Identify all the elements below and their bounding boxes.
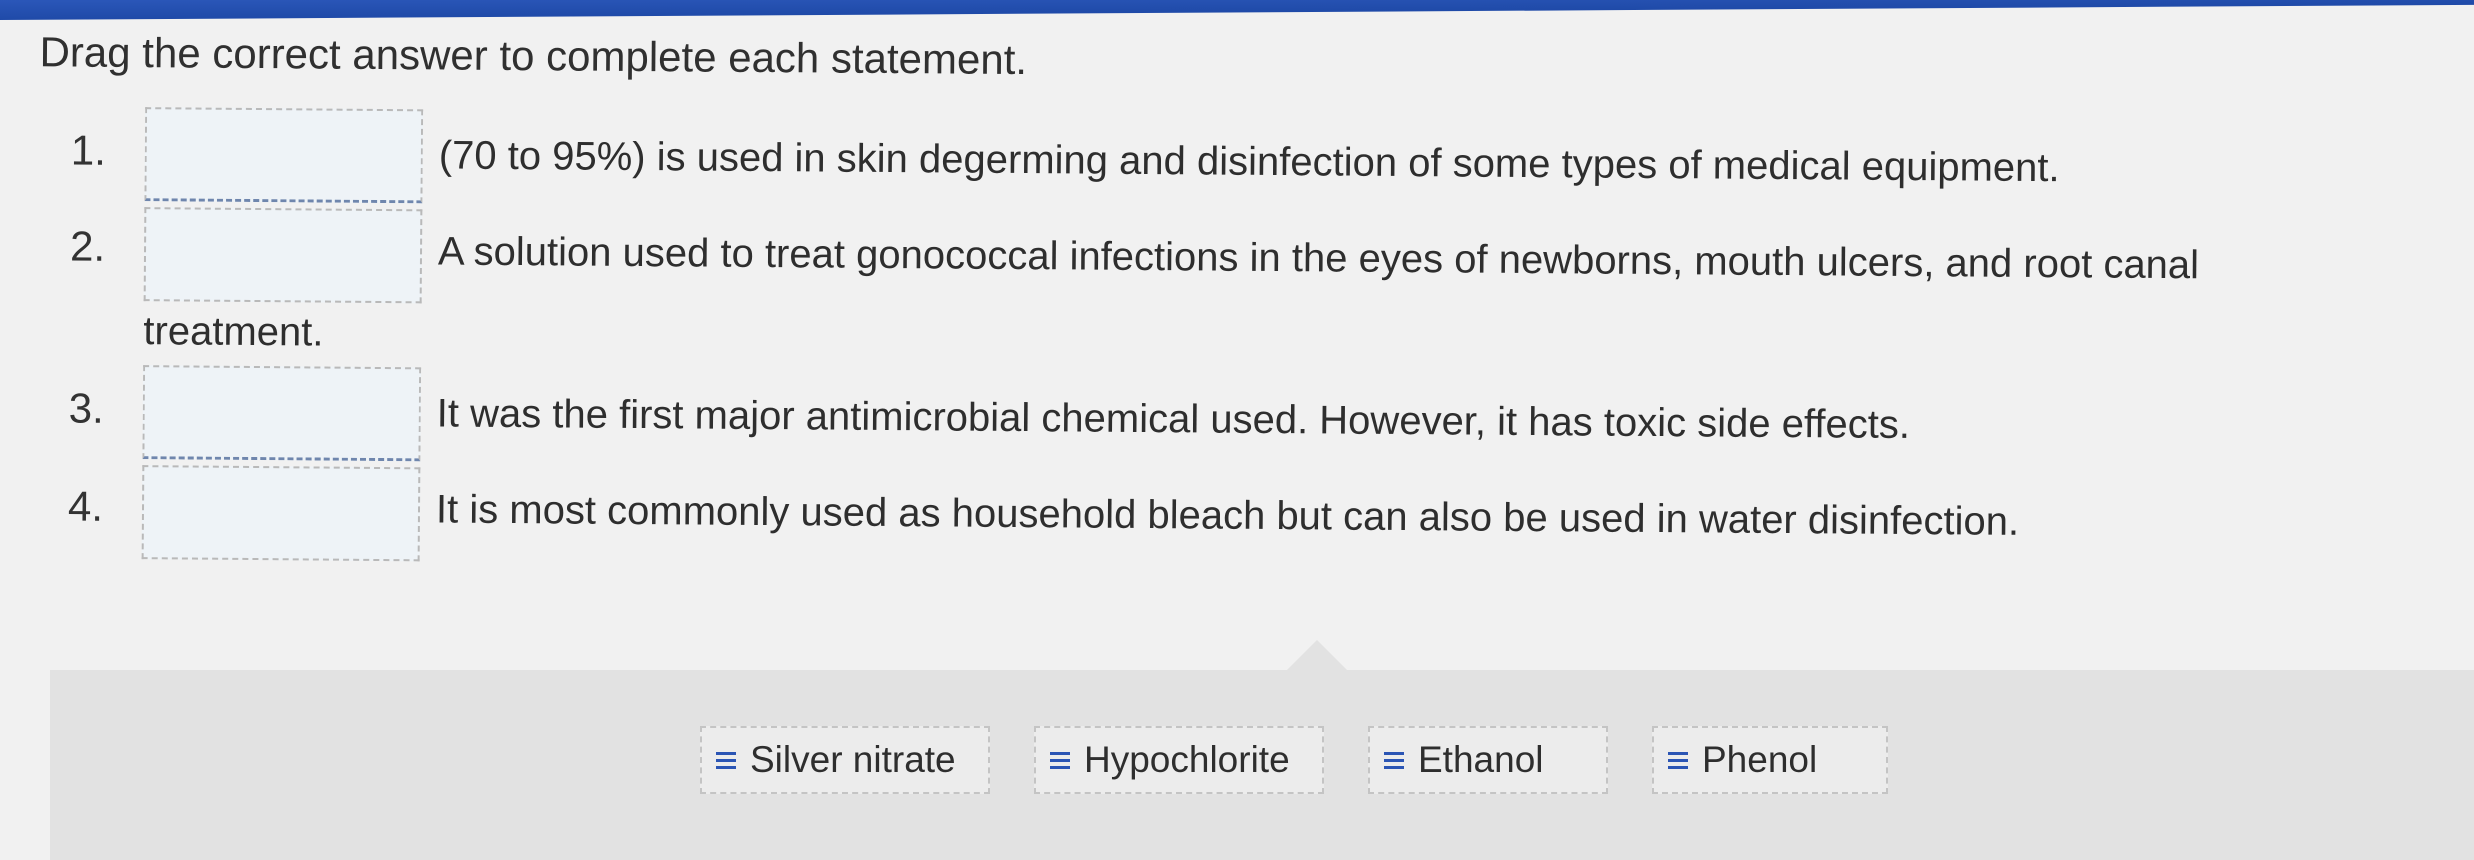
drag-handle-icon bbox=[1384, 751, 1404, 769]
answer-chip-ethanol[interactable]: Ethanol bbox=[1368, 726, 1608, 794]
statement-text-1: (70 to 95%) is used in skin degerming an… bbox=[438, 133, 2060, 191]
statement-number-1: 1. bbox=[70, 126, 107, 174]
answer-chip-hypochlorite[interactable]: Hypochlorite bbox=[1034, 726, 1324, 794]
drop-zone-4[interactable] bbox=[141, 465, 421, 562]
drop-zone-3[interactable] bbox=[142, 365, 422, 462]
answer-label: Ethanol bbox=[1418, 739, 1544, 780]
statement-text-4: It is most commonly used as household bl… bbox=[435, 487, 2020, 544]
statement-number-3: 3. bbox=[68, 384, 105, 432]
answer-chip-silver-nitrate[interactable]: Silver nitrate bbox=[700, 726, 990, 794]
answer-label: Hypochlorite bbox=[1084, 739, 1290, 780]
answer-tray-pointer bbox=[1285, 640, 1349, 672]
statement-text-2: A solution used to treat gonococcal infe… bbox=[437, 229, 2200, 288]
instruction-text: Drag the correct answer to complete each… bbox=[39, 28, 1028, 84]
drag-handle-icon bbox=[1050, 751, 1070, 769]
statement-number-2: 2. bbox=[69, 222, 106, 270]
drag-handle-icon bbox=[716, 751, 736, 769]
statement-number-4: 4. bbox=[67, 482, 104, 530]
statement-text-3: It was the first major antimicrobial che… bbox=[436, 391, 1911, 448]
drop-zone-1[interactable] bbox=[144, 107, 424, 204]
answer-label: Silver nitrate bbox=[750, 739, 956, 780]
answer-chip-phenol[interactable]: Phenol bbox=[1652, 726, 1888, 794]
answer-label: Phenol bbox=[1702, 739, 1818, 780]
drop-zone-2[interactable] bbox=[143, 207, 423, 304]
drag-handle-icon bbox=[1668, 751, 1688, 769]
statement-text-2-continuation: treatment. bbox=[143, 309, 324, 355]
